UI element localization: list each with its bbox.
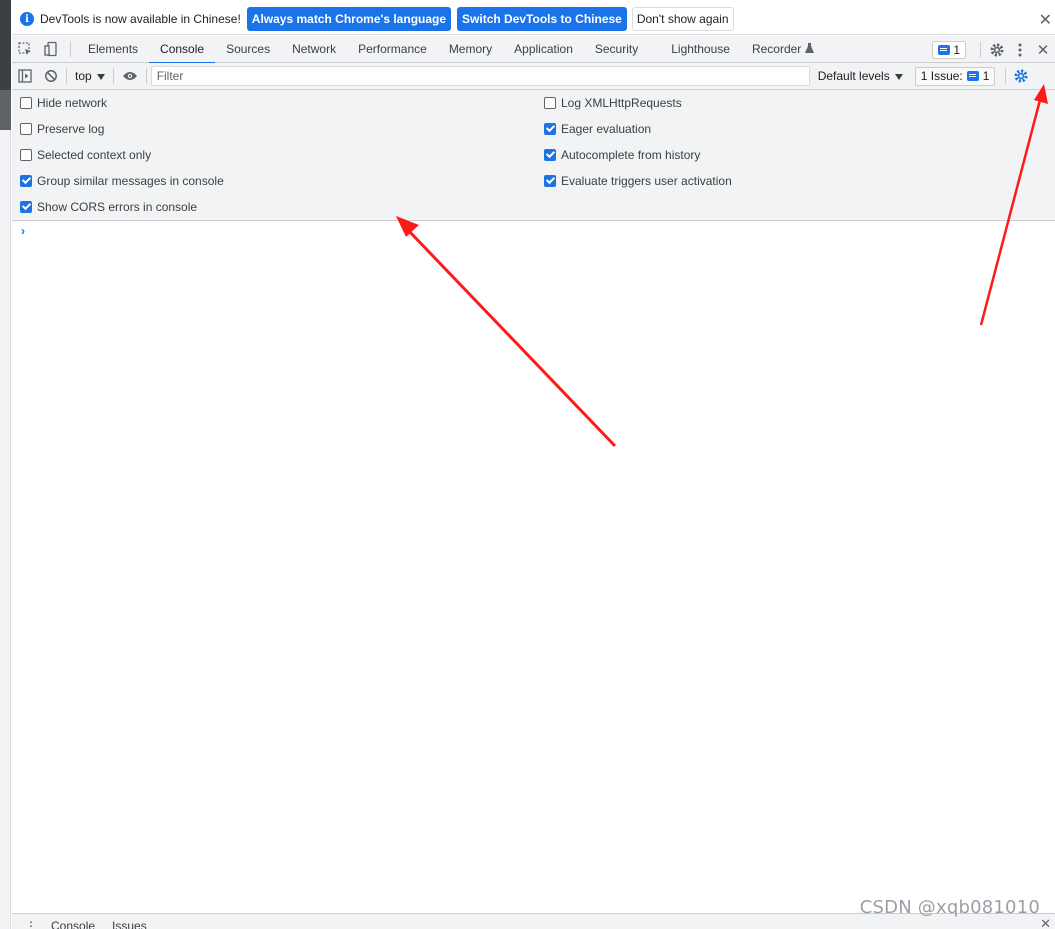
sidebar-toggle-icon[interactable] <box>12 63 38 89</box>
dont-show-again-button[interactable]: Don't show again <box>631 7 734 31</box>
log-xhr-checkbox[interactable] <box>544 97 556 109</box>
issues-counter-value: 1 <box>982 69 990 83</box>
tab-memory[interactable]: Memory <box>438 36 503 63</box>
setting-label: Group similar messages in console <box>37 174 224 188</box>
close-devtools-icon[interactable]: ✕ <box>1031 37 1055 63</box>
info-icon: i <box>20 12 34 26</box>
toolbar-divider <box>145 68 147 84</box>
preserve-log-checkbox[interactable] <box>20 123 32 135</box>
setting-label: Selected context only <box>37 148 152 162</box>
setting-label: Preserve log <box>37 122 105 136</box>
main-tabbar: Elements Console Sources Network Perform… <box>12 36 1055 64</box>
more-vertical-icon[interactable] <box>1009 37 1031 63</box>
toolbar-divider <box>70 41 71 57</box>
hide-network-checkbox[interactable] <box>20 97 32 109</box>
match-language-button[interactable]: Always match Chrome's language <box>246 7 452 31</box>
issues-badge-count: 1 <box>953 42 960 57</box>
setting-eager-evaluation[interactable]: Eager evaluation <box>544 121 651 137</box>
drawer-tab-console[interactable]: Console <box>51 919 95 929</box>
setting-autocomplete-history[interactable]: Autocomplete from history <box>544 147 700 163</box>
context-selector-value: top <box>75 69 92 83</box>
toolbar-divider <box>112 68 114 84</box>
infobar-close-icon[interactable]: ✕ <box>1039 10 1052 30</box>
issues-badge[interactable]: 1 <box>932 40 966 59</box>
setting-label: Show CORS errors in console <box>37 200 198 214</box>
evaluate-triggers-checkbox[interactable] <box>544 175 556 187</box>
language-infobar: i DevTools is now available in Chinese! … <box>12 4 1055 35</box>
inspect-element-icon[interactable] <box>12 36 38 62</box>
toolbar-divider <box>1005 68 1007 84</box>
setting-selected-context-only[interactable]: Selected context only <box>20 147 151 163</box>
drawer-tab-issues[interactable]: Issues <box>112 919 147 929</box>
log-levels-dropdown[interactable]: Default levels <box>818 69 903 83</box>
setting-label: Eager evaluation <box>561 122 652 136</box>
devtools-panel: i DevTools is now available in Chinese! … <box>12 0 1055 929</box>
recorder-flask-icon <box>805 42 815 56</box>
console-settings-pane: Hide network Preserve log Selected conte… <box>12 90 1055 221</box>
tab-recorder-label: Recorder <box>751 42 802 56</box>
group-similar-checkbox[interactable] <box>20 175 32 187</box>
context-selector[interactable]: top <box>69 69 111 83</box>
device-toolbar-icon[interactable] <box>38 36 64 62</box>
setting-log-xmlhttprequests[interactable]: Log XMLHttpRequests <box>544 95 682 111</box>
page-dark-area-2 <box>0 90 11 130</box>
setting-label: Hide network <box>37 96 108 110</box>
log-levels-label: Default levels <box>817 69 890 83</box>
setting-label: Log XMLHttpRequests <box>561 96 682 110</box>
tab-recorder[interactable]: Recorder <box>741 36 825 63</box>
tabbar-right-actions: 1 ✕ <box>932 36 1055 63</box>
setting-hide-network[interactable]: Hide network <box>20 95 107 111</box>
issues-counter-button[interactable]: 1 Issue: 1 <box>914 66 996 86</box>
console-prompt[interactable]: › <box>21 224 25 238</box>
tab-console[interactable]: Console <box>149 36 216 64</box>
tab-performance[interactable]: Performance <box>347 36 438 63</box>
tab-sources[interactable]: Sources <box>215 36 281 63</box>
inspected-page-edge <box>0 0 11 929</box>
tab-lighthouse[interactable]: Lighthouse <box>649 36 741 63</box>
tab-security[interactable]: Security <box>584 36 649 63</box>
tab-application[interactable]: Application <box>503 36 584 63</box>
watermark: CSDN @xqb081010 <box>859 897 1040 918</box>
setting-label: Autocomplete from history <box>561 148 701 162</box>
drawer-more-icon[interactable]: ⋮ <box>25 919 37 929</box>
console-toolbar: top Default levels 1 Issue: 1 <box>12 63 1055 90</box>
drawer-close-icon[interactable]: ✕ <box>1040 916 1051 929</box>
selected-context-checkbox[interactable] <box>20 149 32 161</box>
switch-to-chinese-button[interactable]: Switch DevTools to Chinese <box>457 7 627 31</box>
setting-show-cors-errors[interactable]: Show CORS errors in console <box>20 199 197 215</box>
autocomplete-history-checkbox[interactable] <box>544 149 556 161</box>
clear-console-icon[interactable] <box>38 63 64 89</box>
dropdown-caret-icon <box>96 69 105 83</box>
message-icon <box>938 44 951 55</box>
setting-evaluate-triggers-activation[interactable]: Evaluate triggers user activation <box>544 173 732 189</box>
infobar-message: DevTools is now available in Chinese! <box>40 12 241 26</box>
setting-group-similar[interactable]: Group similar messages in console <box>20 173 224 189</box>
eye-icon[interactable] <box>116 63 144 89</box>
toolbar-divider <box>980 41 981 58</box>
console-settings-gear-icon[interactable] <box>1010 63 1032 89</box>
eager-evaluation-checkbox[interactable] <box>544 123 556 135</box>
settings-gear-icon[interactable] <box>985 37 1009 63</box>
setting-label: Evaluate triggers user activation <box>561 174 732 188</box>
tab-network[interactable]: Network <box>281 36 347 63</box>
dropdown-caret-icon <box>894 69 903 83</box>
setting-preserve-log[interactable]: Preserve log <box>20 121 104 137</box>
page-dark-area <box>0 0 11 90</box>
show-cors-checkbox[interactable] <box>20 201 32 213</box>
tab-elements[interactable]: Elements <box>77 36 149 63</box>
issues-counter-label: 1 Issue: <box>920 69 963 83</box>
toolbar-divider <box>66 68 67 84</box>
console-filter-input[interactable] <box>150 66 810 86</box>
message-icon <box>966 71 979 81</box>
